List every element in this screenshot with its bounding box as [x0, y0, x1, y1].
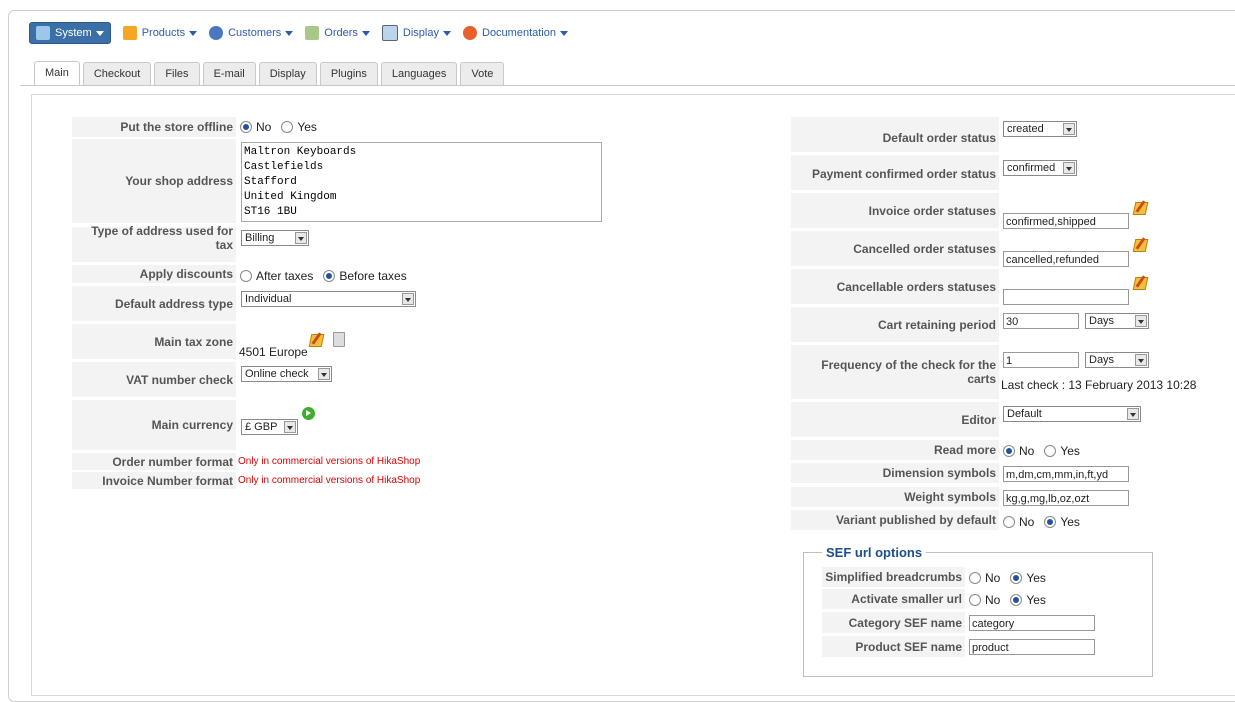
tab-main[interactable]: Main	[34, 61, 80, 86]
config-tabs: Main Checkout Files E-mail Display Plugi…	[34, 61, 507, 87]
tab-email[interactable]: E-mail	[202, 62, 256, 85]
row-cancelled-status: Cancelled order statuses cancelled,refun…	[791, 231, 1163, 267]
tab-vote[interactable]: Vote	[460, 62, 505, 85]
cancellable-status-input[interactable]	[1003, 289, 1129, 305]
weight-input[interactable]: kg,g,mg,lb,oz,ozt	[1003, 490, 1129, 506]
cart-period-unit-select[interactable]: Days	[1085, 313, 1149, 329]
editor-select[interactable]: Default	[1003, 406, 1141, 422]
display-icon	[381, 25, 398, 41]
row-read-more: Read more No Yes	[791, 440, 1088, 462]
breadcrumbs-no-radio[interactable]: No	[967, 571, 1000, 585]
vat-check-select[interactable]: Online check	[241, 366, 332, 382]
cart-frequency-input[interactable]: 1	[1003, 352, 1079, 368]
cancelled-status-input[interactable]: cancelled,refunded	[1003, 251, 1129, 267]
row-address-type: Default address type Individual	[72, 286, 416, 321]
row-smaller-url: Activate smaller url No Yes	[822, 589, 1054, 611]
menu-orders[interactable]: Orders	[305, 26, 370, 40]
row-weight: Weight symbols kg,g,mg,lb,oz,ozt	[791, 487, 1129, 507]
box-icon	[122, 26, 137, 40]
edit-icon[interactable]	[1133, 237, 1147, 251]
row-cart-period: Cart retaining period 30 Days	[791, 307, 1149, 342]
invoice-status-input[interactable]: confirmed,shipped	[1003, 213, 1129, 229]
row-payment-status: Payment confirmed order status confirmed	[791, 155, 1077, 190]
smaller-url-yes-radio[interactable]: Yes	[1008, 593, 1046, 607]
tax-address-select[interactable]: Billing	[241, 230, 309, 246]
row-shop-address: Your shop address Maltron Keyboards Cast…	[72, 139, 602, 223]
tab-languages[interactable]: Languages	[380, 62, 458, 85]
breadcrumbs-yes-radio[interactable]: Yes	[1008, 571, 1046, 585]
edit-icon[interactable]	[1133, 200, 1147, 214]
discount-after-radio[interactable]: After taxes	[238, 269, 313, 283]
offline-no-radio[interactable]: No	[238, 120, 271, 134]
shop-address-input[interactable]: Maltron Keyboards Castlefields Stafford …	[241, 142, 602, 222]
row-category-sef: Category SEF name category	[822, 612, 1095, 633]
tax-zone-value: 4501 Europe	[239, 345, 308, 359]
read-more-yes-radio[interactable]: Yes	[1042, 444, 1080, 458]
tab-plugins[interactable]: Plugins	[319, 62, 378, 85]
offline-yes-radio[interactable]: Yes	[279, 120, 317, 134]
tab-display[interactable]: Display	[258, 62, 317, 85]
top-menu: System Products Customers Orders Display…	[29, 22, 580, 44]
wrench-icon	[36, 26, 50, 40]
category-sef-input[interactable]: category	[969, 615, 1095, 631]
row-order-format: Order number format Only in commercial v…	[72, 453, 420, 470]
menu-customers[interactable]: Customers	[209, 26, 294, 40]
variant-no-radio[interactable]: No	[1001, 515, 1034, 529]
row-product-sef: Product SEF name product	[822, 636, 1095, 657]
row-cancellable-status: Cancellable orders statuses	[791, 269, 1163, 305]
menu-system[interactable]: System	[29, 22, 111, 44]
menu-products[interactable]: Products	[122, 26, 198, 40]
row-vat-check: VAT number check Online check	[72, 362, 332, 397]
sef-options-fieldset: SEF url options	[803, 545, 1153, 677]
row-tax-address: Type of address used for tax Billing	[72, 224, 309, 262]
row-default-status: Default order status created	[791, 117, 1077, 152]
smaller-url-no-radio[interactable]: No	[967, 593, 1000, 607]
discount-before-radio[interactable]: Before taxes	[321, 269, 407, 283]
address-type-select[interactable]: Individual	[241, 291, 416, 307]
row-variant: Variant published by default No Yes	[791, 510, 1088, 534]
last-check-text: Last check : 13 February 2013 10:28	[1001, 378, 1197, 392]
row-invoice-format: Invoice Number format Only in commercial…	[72, 472, 420, 489]
delete-icon[interactable]	[333, 332, 345, 347]
product-sef-input[interactable]: product	[969, 639, 1095, 655]
cart-period-input[interactable]: 30	[1003, 313, 1079, 329]
row-cart-frequency: Frequency of the check for the carts 1 D…	[791, 345, 1196, 399]
currency-select[interactable]: £ GBP	[241, 419, 298, 435]
users-icon	[209, 26, 224, 40]
default-status-select[interactable]: created	[1003, 121, 1077, 137]
edit-icon[interactable]	[1133, 275, 1147, 289]
row-editor: Editor Default	[791, 402, 1141, 437]
tab-files[interactable]: Files	[154, 62, 200, 85]
row-main-currency: Main currency £ GBP	[72, 400, 331, 450]
variant-yes-radio[interactable]: Yes	[1042, 515, 1080, 529]
edit-icon[interactable]	[309, 332, 323, 346]
row-apply-discounts: Apply discounts After taxes Before taxes	[72, 265, 415, 287]
row-store-offline: Put the store offline No Yes	[72, 117, 325, 137]
read-more-no-radio[interactable]: No	[1001, 444, 1034, 458]
refresh-icon[interactable]	[302, 407, 315, 420]
tab-checkout[interactable]: Checkout	[82, 62, 152, 85]
dimension-input[interactable]: m,dm,cm,mm,in,ft,yd	[1003, 466, 1129, 482]
lifebuoy-icon	[463, 26, 477, 40]
cart-icon	[305, 26, 320, 40]
row-invoice-status: Invoice order statuses confirmed,shipped	[791, 193, 1163, 229]
row-simplified-breadcrumbs: Simplified breadcrumbs No Yes	[822, 567, 1054, 589]
menu-display[interactable]: Display	[381, 25, 451, 41]
sef-legend: SEF url options	[826, 545, 923, 560]
row-tax-zone: Main tax zone 4501 Europe	[72, 324, 379, 359]
row-dimension: Dimension symbols m,dm,cm,mm,in,ft,yd	[791, 463, 1129, 483]
cart-frequency-unit-select[interactable]: Days	[1085, 352, 1149, 368]
payment-status-select[interactable]: confirmed	[1003, 160, 1077, 176]
menu-documentation[interactable]: Documentation	[463, 26, 568, 40]
